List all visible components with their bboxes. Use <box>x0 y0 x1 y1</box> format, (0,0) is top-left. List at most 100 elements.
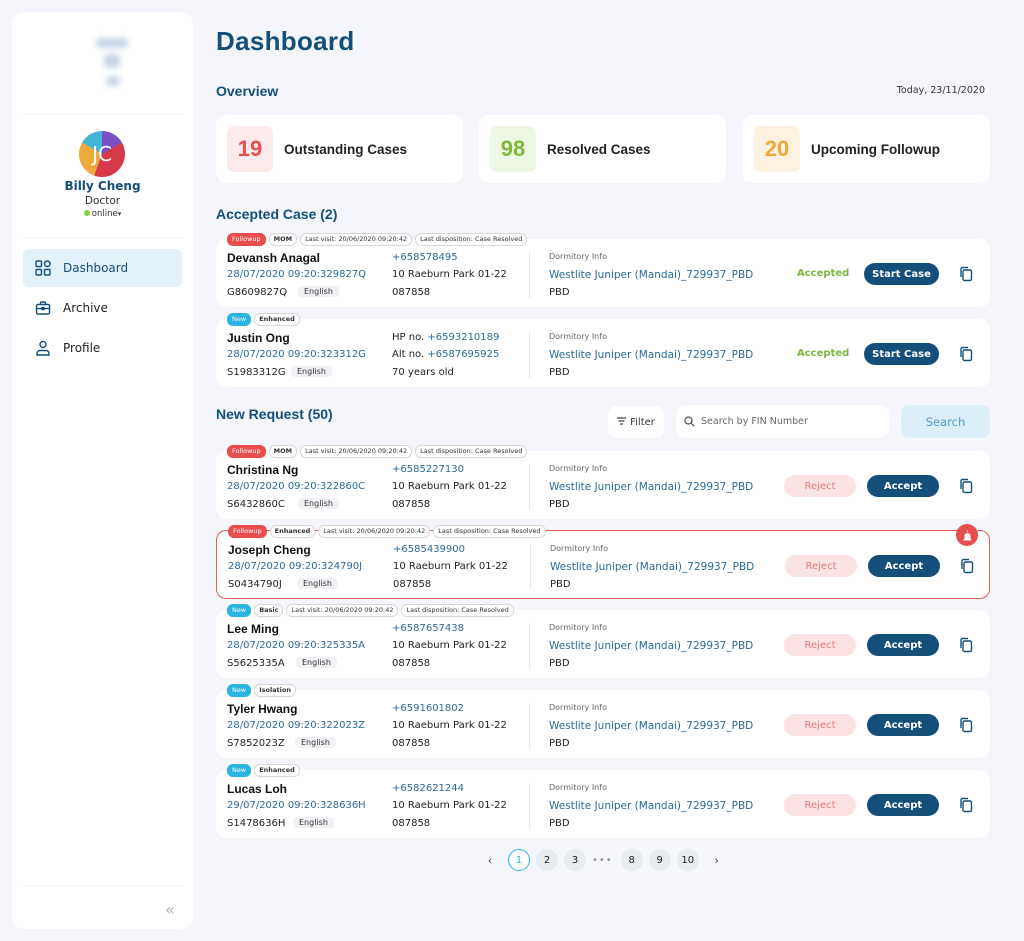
accept-button[interactable]: Accept <box>868 555 940 577</box>
copy-icon[interactable] <box>959 717 973 733</box>
start-case-button[interactable]: Start Case <box>864 263 939 285</box>
phone-number[interactable]: +658578495 <box>392 252 458 263</box>
phone-number[interactable]: +6593210189 <box>427 332 499 343</box>
case-tag-type: MOM <box>268 233 298 246</box>
case-tag-new: New <box>227 313 252 326</box>
avatar-initials: JC <box>92 142 112 166</box>
dormitory-link[interactable]: Westlite Juniper (Mandai)_729937_PBD <box>549 720 753 732</box>
accept-button[interactable]: Accept <box>867 714 939 736</box>
collapse-sidebar-icon[interactable]: « <box>165 900 175 919</box>
filter-button[interactable]: Filter <box>608 406 664 438</box>
page-button[interactable]: 1 <box>508 849 530 871</box>
page-title: Dashboard <box>216 26 355 56</box>
case-tag-type: MOM <box>268 445 298 458</box>
alarm-icon <box>956 524 978 546</box>
page-button[interactable]: 8 <box>620 849 643 871</box>
sidebar-divider <box>22 885 183 886</box>
dormitory-label: Dormitory Info <box>549 703 607 712</box>
divider <box>529 464 530 510</box>
sidebar-divider <box>22 114 183 115</box>
patient-name: Lee Ming <box>227 622 280 636</box>
hp-label: HP no. <box>392 332 428 343</box>
request-case-card[interactable]: Followup MOM Last visit: 20/06/2020 09:2… <box>216 445 990 519</box>
search-button[interactable]: Search <box>901 405 990 438</box>
request-case-card[interactable]: New Enhanced Lucas Loh 29/07/2020 09:20:… <box>216 764 990 838</box>
stat-card-followup[interactable]: 20 Upcoming Followup <box>743 115 990 183</box>
filter-label: Filter <box>630 416 655 428</box>
case-tag-last-disposition: Last disposition: Case Resolved <box>401 604 514 617</box>
request-case-card[interactable]: New Isolation Tyler Hwang 28/07/2020 09:… <box>216 684 990 758</box>
dormitory-link[interactable]: Westlite Juniper (Mandai)_729937_PBD <box>549 481 753 493</box>
stat-card-resolved[interactable]: 98 Resolved Cases <box>479 115 726 183</box>
copy-icon[interactable] <box>960 558 974 574</box>
phone-number[interactable]: +6591601802 <box>392 703 464 714</box>
postal-code: 087858 <box>392 738 431 749</box>
accept-button[interactable]: Accept <box>867 475 939 497</box>
phone-number[interactable]: +6585439900 <box>393 544 465 555</box>
accept-button[interactable]: Accept <box>867 794 939 816</box>
briefcase-icon <box>35 300 51 316</box>
language-badge: English <box>298 498 339 509</box>
stat-label: Resolved Cases <box>547 141 651 157</box>
phone-number[interactable]: +6585227130 <box>392 464 464 475</box>
reject-button[interactable]: Reject <box>784 475 856 497</box>
stat-label: Upcoming Followup <box>811 141 940 157</box>
accepted-case-card[interactable]: Followup MOM Last visit: 20/06/2020 09:2… <box>216 233 990 307</box>
language-badge: English <box>293 817 334 828</box>
case-tag-new: New <box>227 684 252 697</box>
dormitory-sub: PBD <box>549 367 570 378</box>
address: 10 Raeburn Park 01-22 <box>392 269 507 280</box>
search-input[interactable] <box>701 416 881 427</box>
stat-label: Outstanding Cases <box>284 141 408 157</box>
start-case-button[interactable]: Start Case <box>864 343 939 365</box>
user-name: Billy Cheng <box>64 179 141 193</box>
dormitory-link[interactable]: Westlite Juniper (Mandai)_729937_PBD <box>550 561 754 573</box>
sidebar-item-archive[interactable]: Archive <box>23 289 182 327</box>
copy-icon[interactable] <box>959 266 973 282</box>
copy-icon[interactable] <box>959 346 973 362</box>
dormitory-link[interactable]: Westlite Juniper (Mandai)_729937_PBD <box>549 349 753 361</box>
page-button[interactable]: 3 <box>564 849 586 871</box>
sidebar-item-dashboard[interactable]: Dashboard <box>23 249 182 287</box>
user-role: Doctor <box>84 195 121 207</box>
request-case-card-alert[interactable]: Followup Enhanced Last visit: 20/06/2020… <box>216 524 990 599</box>
fin-number: S1478636H <box>227 818 286 829</box>
reject-button[interactable]: Reject <box>784 634 856 656</box>
search-field[interactable] <box>676 405 889 438</box>
case-tags: New Basic Last visit: 20/06/2020 09:20:4… <box>227 604 514 617</box>
chevron-left-icon[interactable]: ‹ <box>482 849 498 871</box>
case-tag-last-visit: Last visit: 20/06/2020 09:20:42 <box>300 233 413 246</box>
alt-phone-number[interactable]: +6587695925 <box>427 349 499 360</box>
dormitory-link[interactable]: Westlite Juniper (Mandai)_729937_PBD <box>549 800 753 812</box>
user-status-dropdown[interactable]: online▾ <box>12 209 193 219</box>
copy-icon[interactable] <box>959 478 973 494</box>
sidebar-item-profile[interactable]: Profile <box>23 329 182 367</box>
overview-title: Overview <box>216 83 279 99</box>
divider <box>529 623 530 669</box>
accept-button[interactable]: Accept <box>867 634 939 656</box>
reject-button[interactable]: Reject <box>785 555 857 577</box>
case-id: 28/07/2020 09:20:323312G <box>227 349 366 360</box>
copy-icon[interactable] <box>959 797 973 813</box>
case-tag-followup: Followup <box>227 233 266 246</box>
copy-icon[interactable] <box>959 637 973 653</box>
avatar[interactable]: JC <box>79 131 125 177</box>
stat-card-outstanding[interactable]: 19 Outstanding Cases <box>216 115 463 183</box>
phone-number[interactable]: +6587657438 <box>392 623 464 634</box>
case-tag-new: New <box>227 764 252 777</box>
address: 10 Raeburn Park 01-22 <box>392 720 507 731</box>
dormitory-link[interactable]: Westlite Juniper (Mandai)_729937_PBD <box>549 269 753 281</box>
page-button[interactable]: 9 <box>648 849 671 871</box>
page-button[interactable]: 2 <box>536 849 558 871</box>
address: 10 Raeburn Park 01-22 <box>392 481 507 492</box>
request-case-card[interactable]: New Basic Last visit: 20/06/2020 09:20:4… <box>216 604 990 678</box>
address: 10 Raeburn Park 01-22 <box>392 800 507 811</box>
reject-button[interactable]: Reject <box>784 794 856 816</box>
phone-number[interactable]: +6582621244 <box>392 783 464 794</box>
accepted-case-card[interactable]: New Enhanced Justin Ong 28/07/2020 09:20… <box>216 313 990 387</box>
chevron-right-icon[interactable]: › <box>709 849 725 871</box>
dormitory-link[interactable]: Westlite Juniper (Mandai)_729937_PBD <box>549 640 753 652</box>
page-button[interactable]: 10 <box>676 849 699 871</box>
search-icon <box>684 416 695 427</box>
reject-button[interactable]: Reject <box>784 714 856 736</box>
